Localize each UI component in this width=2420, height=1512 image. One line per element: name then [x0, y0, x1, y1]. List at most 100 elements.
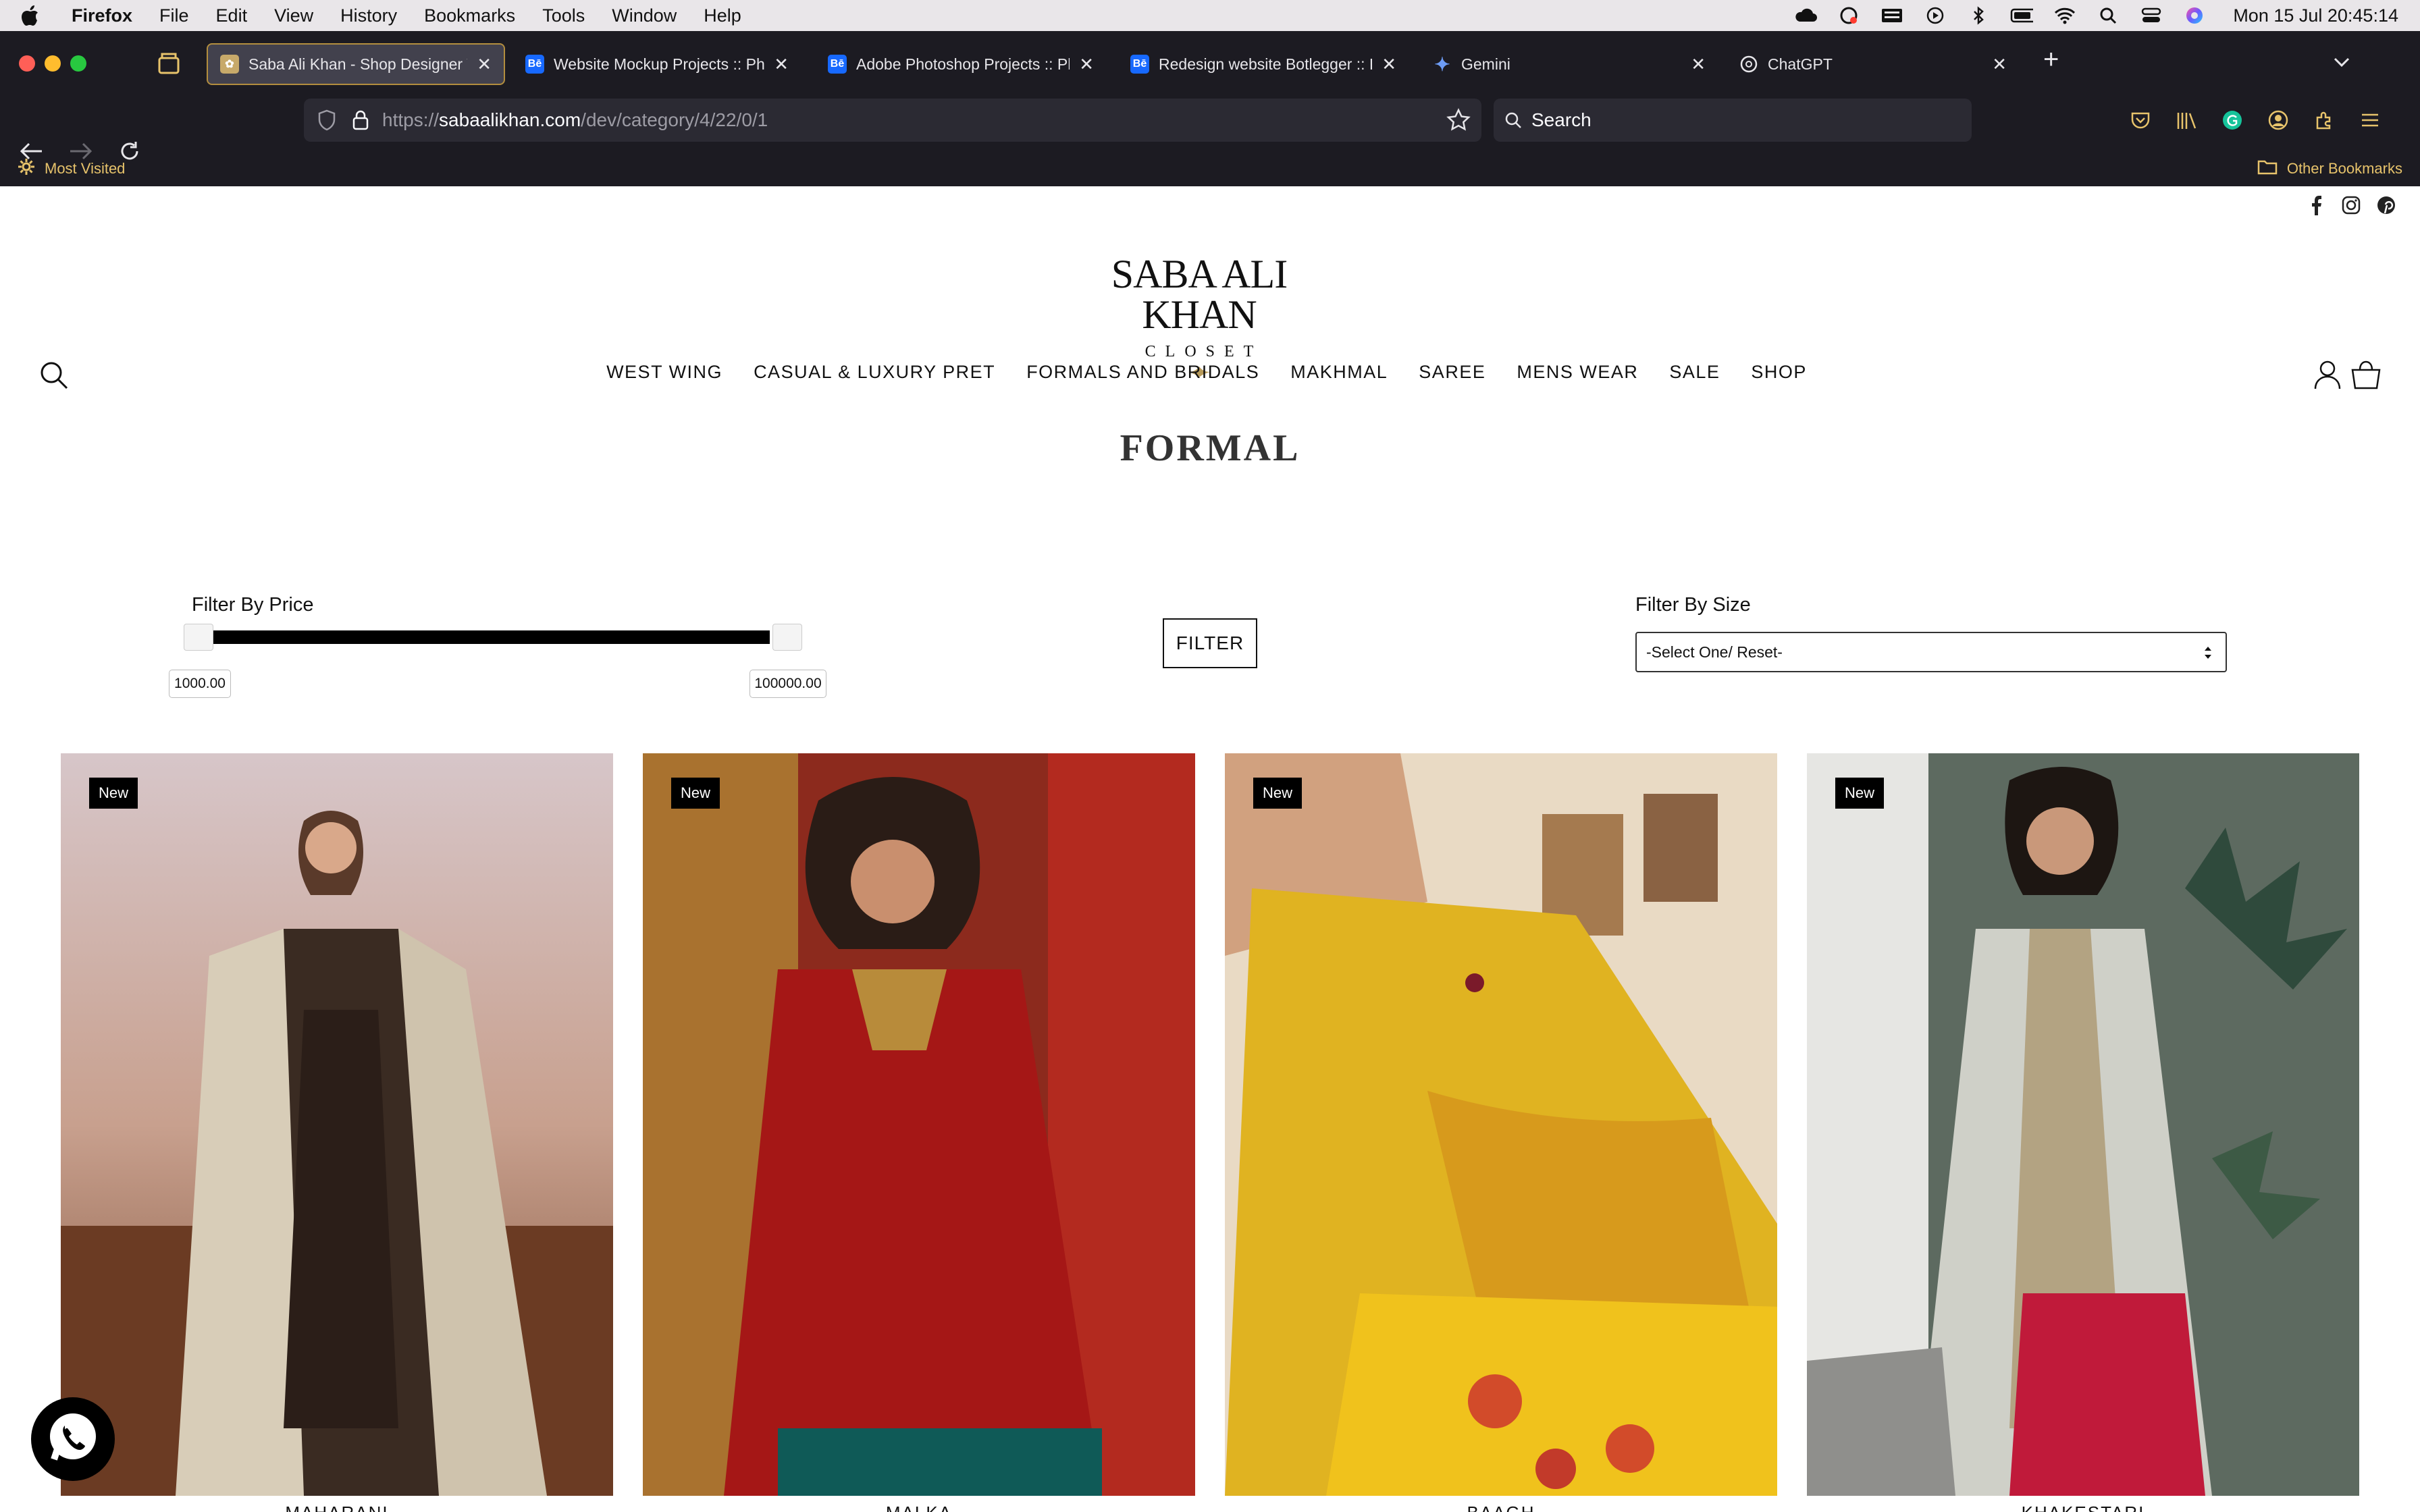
tab-adobe-photoshop[interactable]: Bē Adobe Photoshop Projects :: Photos ✕: [816, 43, 1106, 85]
library-icon[interactable]: [2173, 107, 2200, 134]
battery-icon[interactable]: [2010, 6, 2034, 25]
search-icon: [1504, 111, 1522, 129]
tracking-protection-shield-icon[interactable]: [315, 108, 339, 132]
size-select[interactable]: -Select One/ Reset-: [1635, 632, 2227, 672]
site-logo[interactable]: SABA ALI KHAN CLOSET: [1066, 254, 1333, 379]
bookmark-label: Most Visited: [45, 160, 126, 177]
saba-ali-khan-favicon: ✿: [220, 55, 239, 74]
select-caret-icon: [2203, 644, 2213, 662]
control-center-icon[interactable]: [2140, 6, 2163, 25]
new-badge: New: [1253, 778, 1303, 809]
tab-chatgpt[interactable]: ChatGPT ✕: [1727, 43, 2019, 85]
logo-subtitle: CLOSET: [1145, 343, 1263, 360]
nav-casual-luxury-pret[interactable]: CASUAL & LUXURY PRET: [754, 362, 995, 383]
nav-west-wing[interactable]: WEST WING: [606, 362, 722, 383]
nav-shop[interactable]: SHOP: [1751, 362, 1807, 383]
product-name[interactable]: MALKA: [643, 1503, 1195, 1512]
storage-icon[interactable]: [1880, 6, 1903, 25]
menubar-history[interactable]: History: [340, 5, 397, 26]
firefox-view-icon[interactable]: [157, 51, 181, 76]
social-links: [2305, 194, 2397, 216]
search-bar[interactable]: Search: [1494, 99, 1972, 142]
price-slider-min-handle[interactable]: [184, 624, 213, 651]
play-icon[interactable]: [1924, 6, 1947, 25]
filter-size-label: Filter By Size: [1635, 594, 1751, 616]
product-image[interactable]: [61, 753, 613, 1496]
extensions-icon[interactable]: [2311, 107, 2338, 134]
gear-icon: [18, 158, 35, 180]
menubar-edit[interactable]: Edit: [216, 5, 248, 26]
product-card[interactable]: New: [1807, 753, 2359, 1496]
hamburger-menu-icon[interactable]: [2357, 107, 2384, 134]
nav-makhmal[interactable]: MAKHMAL: [1290, 362, 1388, 383]
nav-mens-wear[interactable]: MENS WEAR: [1517, 362, 1638, 383]
bookmarks-toolbar: Most Visited Other Bookmarks: [0, 151, 2420, 186]
tab-redesign-botlegger[interactable]: Bē Redesign website Botlegger :: Behance…: [1118, 43, 1409, 85]
tab-gemini[interactable]: ✦ Gemini ✕: [1421, 43, 1718, 85]
siri-icon[interactable]: [2183, 6, 2206, 25]
new-tab-button[interactable]: +: [2043, 45, 2059, 75]
address-bar[interactable]: https://sabaalikhan.com/dev/category/4/2…: [304, 99, 1481, 142]
chevron-down-icon[interactable]: [2328, 49, 2355, 76]
product-image[interactable]: [643, 753, 1195, 1496]
menubar-tools[interactable]: Tools: [542, 5, 585, 26]
product-name[interactable]: BAAGH: [1225, 1503, 1777, 1512]
menubar-window[interactable]: Window: [612, 5, 677, 26]
menubar-view[interactable]: View: [274, 5, 313, 26]
pinterest-icon[interactable]: [2375, 194, 2397, 216]
spotlight-search-icon[interactable]: [2097, 6, 2120, 25]
menubar-clock[interactable]: Mon 15 Jul 20:45:14: [2233, 5, 2398, 26]
shopping-bag-icon[interactable]: [2350, 359, 2382, 390]
minimize-window-button[interactable]: [45, 55, 61, 72]
product-name[interactable]: KHAKESTARI: [1807, 1503, 2359, 1512]
instagram-icon[interactable]: [2340, 194, 2362, 216]
bluetooth-icon[interactable]: [1967, 6, 1990, 25]
apple-icon[interactable]: [20, 4, 41, 27]
creative-cloud-icon[interactable]: [1837, 6, 1860, 25]
lock-icon[interactable]: [348, 108, 373, 132]
menubar-app-name[interactable]: Firefox: [72, 5, 132, 26]
tab-saba-ali-khan[interactable]: ✿ Saba Ali Khan - Shop Designer Wear Onl…: [207, 43, 505, 85]
bookmark-most-visited[interactable]: Most Visited: [18, 158, 125, 180]
close-tab-icon[interactable]: ✕: [1079, 54, 1094, 75]
bookmark-other-bookmarks[interactable]: Other Bookmarks: [2257, 159, 2402, 179]
wifi-icon[interactable]: [2053, 6, 2076, 25]
tab-website-mockup[interactable]: Bē Website Mockup Projects :: Photos ✕: [513, 43, 801, 85]
whatsapp-chat-button[interactable]: [31, 1397, 115, 1481]
product-image[interactable]: [1225, 753, 1777, 1496]
product-image[interactable]: [1807, 753, 2359, 1496]
bookmark-star-icon[interactable]: [1446, 108, 1471, 132]
grammarly-icon[interactable]: [2219, 107, 2246, 134]
close-tab-icon[interactable]: ✕: [1691, 54, 1706, 75]
pocket-icon[interactable]: [2127, 107, 2154, 134]
filter-button[interactable]: FILTER: [1163, 618, 1257, 668]
close-tab-icon[interactable]: ✕: [774, 54, 789, 75]
price-range-slider-track[interactable]: [203, 630, 770, 644]
close-tab-icon[interactable]: ✕: [1992, 54, 2007, 75]
close-window-button[interactable]: [19, 55, 35, 72]
behance-icon: Bē: [525, 55, 544, 74]
menubar-bookmarks[interactable]: Bookmarks: [424, 5, 515, 26]
tab-bar: ✿ Saba Ali Khan - Shop Designer Wear Onl…: [0, 31, 2420, 96]
price-max-value: 100000.00: [749, 670, 826, 698]
menubar-file[interactable]: File: [159, 5, 189, 26]
facebook-icon[interactable]: [2305, 194, 2327, 216]
menubar-help[interactable]: Help: [704, 5, 741, 26]
price-slider-max-handle[interactable]: [772, 624, 802, 651]
product-card[interactable]: New: [61, 753, 613, 1496]
url-text: https://sabaalikhan.com/dev/category/4/2…: [382, 109, 768, 131]
user-account-icon[interactable]: [2312, 359, 2343, 390]
nav-saree[interactable]: SAREE: [1419, 362, 1485, 383]
close-tab-icon[interactable]: ✕: [477, 54, 492, 75]
product-name[interactable]: MAHARANI: [61, 1503, 613, 1512]
close-tab-icon[interactable]: ✕: [1382, 54, 1396, 75]
cloud-icon[interactable]: [1794, 6, 1818, 25]
zoom-window-button[interactable]: [70, 55, 86, 72]
new-badge: New: [89, 778, 138, 809]
account-icon[interactable]: [2265, 107, 2292, 134]
product-card[interactable]: New: [643, 753, 1195, 1496]
nav-sale[interactable]: SALE: [1669, 362, 1720, 383]
nav-formals-and-bridals[interactable]: FORMALS AND BRIDALS: [1026, 362, 1259, 383]
product-card[interactable]: New: [1225, 753, 1777, 1496]
size-select-value: -Select One/ Reset-: [1646, 643, 1783, 661]
